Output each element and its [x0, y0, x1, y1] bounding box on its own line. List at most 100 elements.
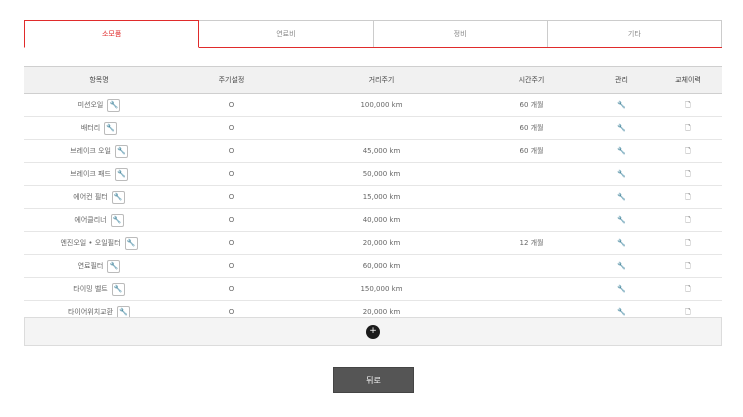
document-icon[interactable]: 🗋: [682, 145, 694, 157]
distance-cycle: 45,000 km: [362, 147, 401, 155]
table-row: 에어컨 필터 🔧 O 15,000 km 🔧 🗋: [24, 186, 722, 209]
manage-cell: 🔧: [589, 168, 654, 180]
history-cell: 🗋: [654, 283, 722, 295]
distance-cycle: 60,000 km: [362, 262, 401, 270]
cycle-setting: O: [228, 170, 235, 178]
tab-fuel[interactable]: 연료비: [199, 20, 374, 47]
tab-maintenance[interactable]: 정비: [373, 20, 548, 47]
wrench-icon[interactable]: 🔧: [124, 236, 138, 250]
manage-cell: 🔧: [589, 99, 654, 111]
back-button[interactable]: 뒤로: [333, 367, 414, 393]
table-row: 연료필터 🔧 O 60,000 km 🔧 🗋: [24, 255, 722, 278]
item-name: 타이어위치교환: [67, 308, 114, 316]
header-history: 교체이력: [675, 76, 701, 84]
document-icon[interactable]: 🗋: [682, 214, 694, 226]
wrench-icon[interactable]: 🔧: [114, 167, 128, 181]
document-icon[interactable]: 🗋: [682, 306, 694, 318]
wrench-icon[interactable]: 🔧: [616, 214, 627, 226]
distance-cycle: 150,000 km: [360, 285, 403, 293]
wrench-icon[interactable]: 🔧: [616, 237, 627, 249]
history-cell: 🗋: [654, 260, 722, 272]
cycle-setting: O: [228, 239, 235, 247]
table-row: 엔진오일 • 오일필터 🔧 O 20,000 km 12 개월 🔧 🗋: [24, 232, 722, 255]
distance-cycle: 20,000 km: [362, 308, 401, 316]
history-cell: 🗋: [654, 191, 722, 203]
wrench-icon[interactable]: 🔧: [616, 306, 627, 318]
history-cell: 🗋: [654, 168, 722, 180]
item-name: 배터리: [80, 124, 101, 132]
header-item-name: 항목명: [89, 76, 109, 84]
item-name-cell: 브레이크 패드 🔧: [24, 167, 174, 181]
document-icon[interactable]: 🗋: [682, 99, 694, 111]
wrench-icon[interactable]: 🔧: [104, 121, 118, 135]
wrench-icon[interactable]: 🔧: [616, 283, 627, 295]
document-icon[interactable]: 🗋: [682, 237, 694, 249]
cycle-setting: O: [228, 262, 235, 270]
cycle-setting: O: [228, 308, 235, 316]
item-name: 엔진오일 • 오일필터: [60, 239, 121, 247]
time-cycle: 60 개월: [519, 124, 544, 132]
time-cycle: 12 개월: [519, 239, 544, 247]
history-cell: 🗋: [654, 145, 722, 157]
manage-cell: 🔧: [589, 306, 654, 318]
item-name-cell: 미션오일 🔧: [24, 98, 174, 112]
cycle-setting: O: [228, 147, 235, 155]
document-icon[interactable]: 🗋: [682, 283, 694, 295]
header-distance-cycle: 거리주기: [368, 76, 395, 84]
item-name-cell: 연료필터 🔧: [24, 259, 174, 273]
history-cell: 🗋: [654, 99, 722, 111]
wrench-icon[interactable]: 🔧: [107, 98, 121, 112]
distance-cycle: 20,000 km: [362, 239, 401, 247]
item-name: 미션오일: [77, 101, 104, 109]
cycle-setting: O: [228, 101, 235, 109]
document-icon[interactable]: 🗋: [682, 191, 694, 203]
cycle-setting: O: [228, 216, 235, 224]
item-name: 타이밍 벨트: [73, 285, 108, 293]
history-cell: 🗋: [654, 306, 722, 318]
item-name: 에어클리너: [74, 216, 107, 224]
history-cell: 🗋: [654, 122, 722, 134]
table-header: 항목명 주기설정 거리주기 시간주기 관리 교체이력: [24, 66, 722, 94]
wrench-icon[interactable]: 🔧: [616, 260, 627, 272]
document-icon[interactable]: 🗋: [682, 168, 694, 180]
item-name: 연료필터: [77, 262, 104, 270]
distance-cycle: 50,000 km: [362, 170, 401, 178]
manage-cell: 🔧: [589, 237, 654, 249]
item-name: 브레이크 오일: [70, 147, 111, 155]
distance-cycle: 15,000 km: [362, 193, 401, 201]
item-name-cell: 에어클리너 🔧: [24, 213, 174, 227]
wrench-icon[interactable]: 🔧: [114, 144, 128, 158]
wrench-icon[interactable]: 🔧: [616, 145, 627, 157]
manage-cell: 🔧: [589, 283, 654, 295]
tab-other[interactable]: 기타: [547, 20, 722, 47]
item-name-cell: 브레이크 오일 🔧: [24, 144, 174, 158]
wrench-icon[interactable]: 🔧: [111, 190, 125, 204]
cycle-setting: O: [228, 193, 235, 201]
table-body: 미션오일 🔧 O 100,000 km 60 개월 🔧 🗋 배터리 🔧 O 60 개월 🔧 🗋 브레이크 …: [24, 94, 722, 324]
item-name: 브레이크 패드: [70, 170, 111, 178]
document-icon[interactable]: 🗋: [682, 122, 694, 134]
category-tabs: 소모품 연료비 정비 기타: [24, 20, 722, 48]
table-row: 브레이크 오일 🔧 O 45,000 km 60 개월 🔧 🗋: [24, 140, 722, 163]
wrench-icon[interactable]: 🔧: [107, 259, 121, 273]
document-icon[interactable]: 🗋: [682, 260, 694, 272]
table-row: 미션오일 🔧 O 100,000 km 60 개월 🔧 🗋: [24, 94, 722, 117]
manage-cell: 🔧: [589, 191, 654, 203]
history-cell: 🗋: [654, 214, 722, 226]
header-cycle-setting: 주기설정: [218, 76, 245, 84]
table-row: 배터리 🔧 O 60 개월 🔧 🗋: [24, 117, 722, 140]
time-cycle: 60 개월: [519, 101, 544, 109]
wrench-icon[interactable]: 🔧: [616, 122, 627, 134]
wrench-icon[interactable]: 🔧: [616, 191, 627, 203]
item-name: 에어컨 필터: [73, 193, 108, 201]
wrench-icon[interactable]: 🔧: [111, 282, 125, 296]
add-row-bar: +: [24, 317, 722, 346]
time-cycle: 60 개월: [519, 147, 544, 155]
plus-icon: +: [369, 326, 377, 336]
wrench-icon[interactable]: 🔧: [616, 99, 627, 111]
tab-consumables[interactable]: 소모품: [24, 20, 200, 48]
item-name-cell: 에어컨 필터 🔧: [24, 190, 174, 204]
add-item-button[interactable]: +: [366, 324, 380, 339]
wrench-icon[interactable]: 🔧: [616, 168, 627, 180]
wrench-icon[interactable]: 🔧: [110, 213, 124, 227]
